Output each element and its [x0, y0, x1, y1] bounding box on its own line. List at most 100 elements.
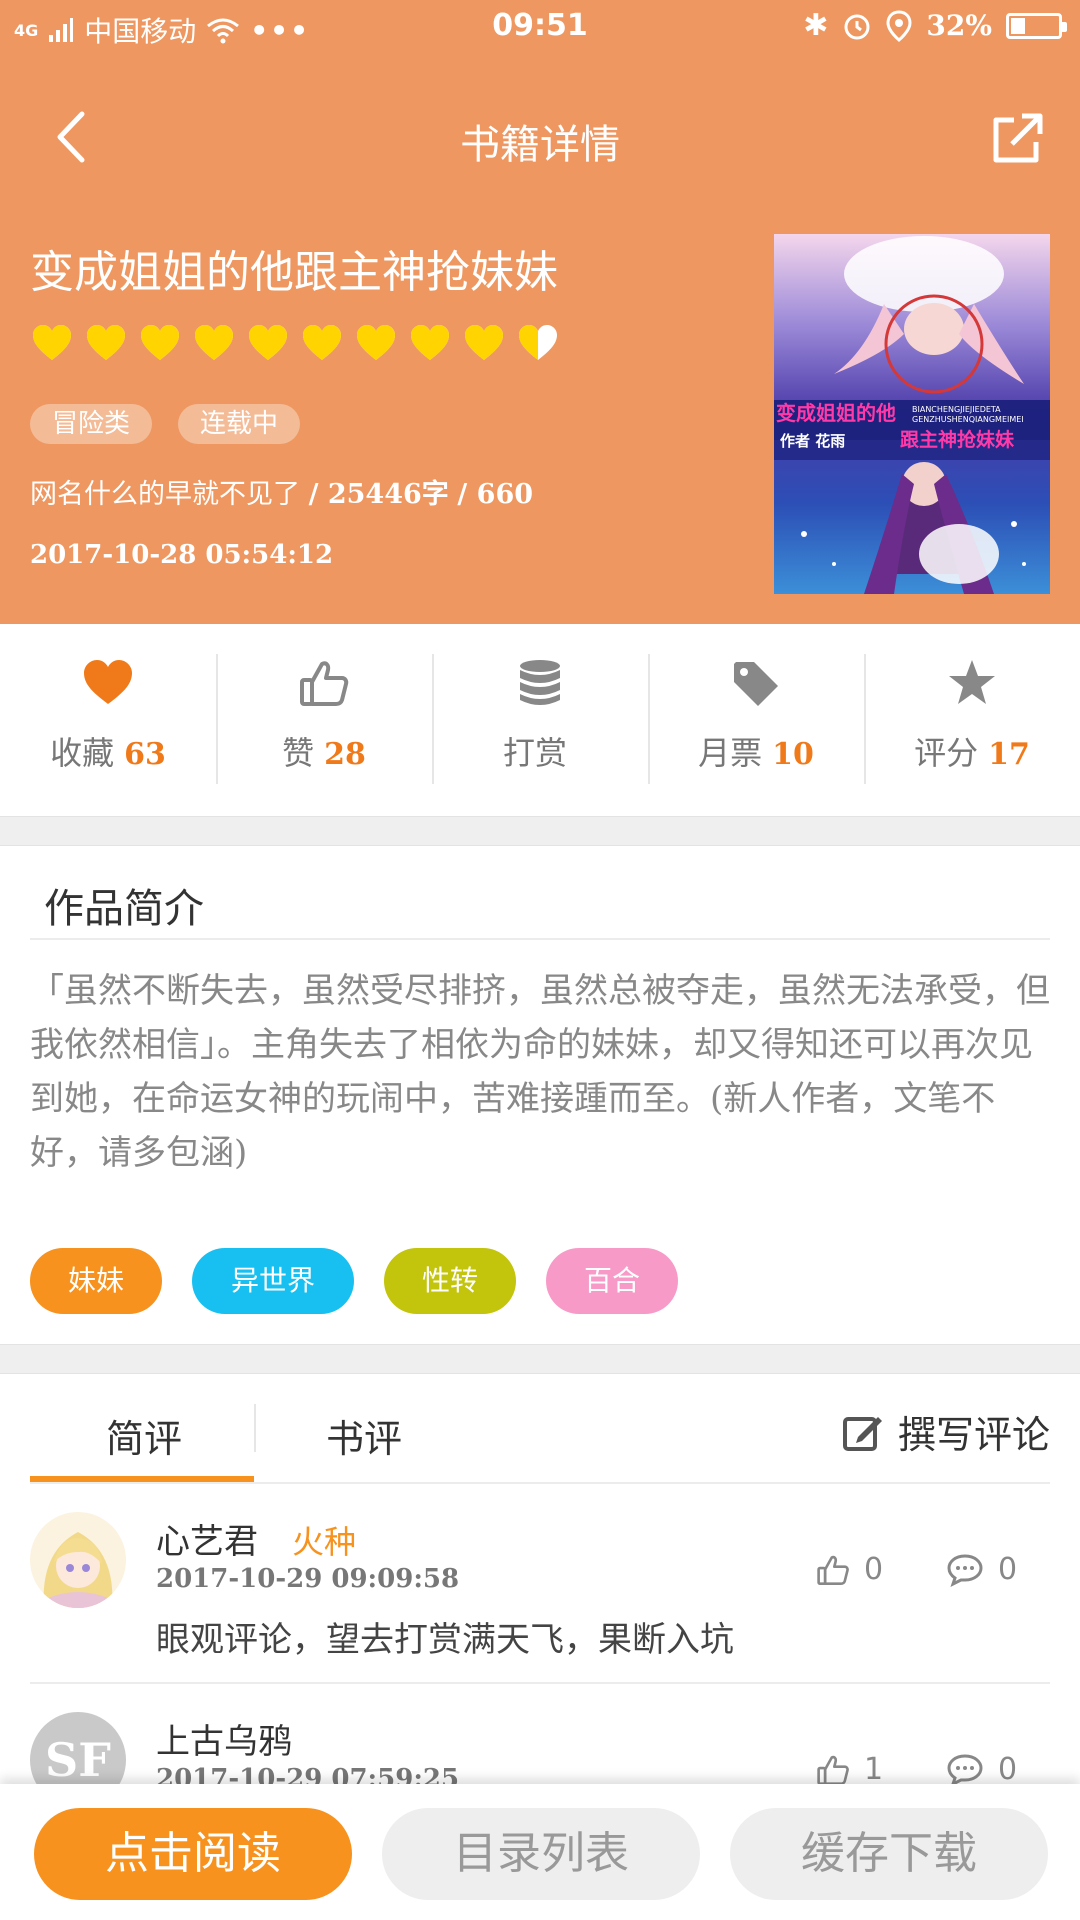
- review-tabs: 简评 书评 撰写评论: [0, 1374, 1080, 1484]
- stat-count: 63: [124, 737, 166, 772]
- rating-heart-icon: [411, 325, 449, 360]
- comment-user: 上古乌鸦: [156, 1714, 292, 1763]
- book-meta: 网名什么的早就不见了 / 25446字 / 660: [30, 479, 534, 510]
- stat-label: 打赏: [502, 734, 567, 772]
- rating-hearts: [32, 324, 558, 362]
- catalog-button[interactable]: 目录列表: [382, 1808, 700, 1900]
- chapter-count: 660: [476, 479, 534, 510]
- status-bar: 4G 中国移动 ••• 09:51 ✱ 32%: [0, 0, 1080, 54]
- tab-book-review[interactable]: 书评: [326, 1408, 402, 1463]
- write-review-button[interactable]: 撰写评论: [842, 1404, 1050, 1459]
- tag-icon: [734, 662, 778, 706]
- location-icon: [886, 9, 912, 42]
- cover-author: 作者 花雨: [780, 432, 845, 450]
- write-review-label: 撰写评论: [897, 1413, 1050, 1457]
- rating-heart-icon: [519, 325, 557, 360]
- rating-heart-icon: [465, 325, 503, 360]
- cover-pinyin1: BIANCHENGJIEJIEDETA: [912, 405, 1001, 414]
- genre-tag[interactable]: 妹妹: [30, 1248, 162, 1314]
- rating-heart-icon: [141, 325, 179, 360]
- genre-tag[interactable]: 百合: [546, 1248, 678, 1314]
- battery-icon: [1006, 12, 1067, 39]
- cover-pinyin2: GENZHUSHENQIANGMEIMEI: [912, 415, 1024, 424]
- stat-score[interactable]: 评分 17: [864, 624, 1080, 816]
- stat-label: 评分: [914, 734, 979, 772]
- rating-heart-icon: [33, 325, 71, 360]
- comment-like-button[interactable]: 0: [816, 1552, 883, 1587]
- coins-icon: [520, 660, 560, 705]
- stat-label: 收藏: [50, 734, 115, 772]
- comment-user: 心艺君 火种: [156, 1514, 356, 1563]
- bottom-action-bar: 点击阅读 目录列表 缓存下载: [0, 1784, 1080, 1920]
- user-name[interactable]: 上古乌鸦: [156, 1722, 292, 1762]
- book-header: 4G 中国移动 ••• 09:51 ✱ 32% 书籍详情 变成姐姐的他跟主神抢妹…: [0, 0, 1080, 624]
- stats-bar: 收藏 63 赞 28 打赏 月票 10 评分 17: [0, 624, 1080, 816]
- avatar[interactable]: [30, 1512, 126, 1608]
- stat-count: 28: [324, 737, 366, 772]
- comment-like-button[interactable]: 1: [816, 1752, 883, 1787]
- svg-text:SF: SF: [45, 1733, 111, 1787]
- thumbs-up-icon: [817, 1555, 849, 1585]
- cover-title-line1: 变成姐姐的他: [776, 401, 896, 425]
- book-tags: 冒险类 连载中: [30, 404, 301, 444]
- download-button[interactable]: 缓存下载: [730, 1808, 1048, 1900]
- stat-label: 月票: [698, 734, 763, 772]
- share-button[interactable]: [984, 106, 1050, 172]
- heart-icon: [84, 660, 132, 704]
- share-icon: [993, 113, 1043, 163]
- stat-favorite[interactable]: 收藏 63: [0, 624, 216, 816]
- read-button[interactable]: 点击阅读: [34, 1808, 352, 1900]
- rating-heart-icon: [195, 325, 233, 360]
- tab-separator: [254, 1404, 256, 1452]
- comment-icon: [947, 1553, 983, 1587]
- comment-reply-button[interactable]: 0: [946, 1752, 1017, 1787]
- stat-label: 赞: [282, 734, 315, 772]
- rating-heart-icon: [87, 325, 125, 360]
- genre-tags: 妹妹 异世界 性转 百合: [30, 1248, 678, 1314]
- tag-status[interactable]: 连载中: [178, 404, 301, 444]
- stat-count: 17: [988, 737, 1030, 772]
- star-icon: [949, 660, 995, 704]
- update-time: 2017-10-28 05:54:12: [30, 540, 334, 570]
- stat-tip[interactable]: 打赏: [432, 624, 648, 816]
- like-count: 1: [864, 1752, 884, 1787]
- genre-tag[interactable]: 异世界: [192, 1248, 354, 1314]
- genre-tag[interactable]: 性转: [384, 1248, 516, 1314]
- reply-count: 0: [998, 1552, 1018, 1587]
- tab-short-review[interactable]: 简评: [106, 1408, 182, 1463]
- user-name[interactable]: 心艺君: [156, 1522, 258, 1562]
- status-right: ✱ 32%: [803, 8, 1067, 43]
- book-cover[interactable]: 变成姐姐的他 BIANCHENGJIEJIEDETA GENZHUSHENQIA…: [774, 234, 1050, 594]
- battery-percent: 32%: [926, 9, 992, 42]
- rating-heart-icon: [357, 325, 395, 360]
- stat-monthly-ticket[interactable]: 月票 10: [648, 624, 864, 816]
- stat-like[interactable]: 赞 28: [216, 624, 432, 816]
- reply-count: 0: [998, 1752, 1018, 1787]
- edit-icon: [842, 1416, 882, 1451]
- avatar-image: [30, 1512, 126, 1608]
- page-title: 书籍详情: [460, 122, 620, 168]
- synopsis-text: 「虽然不断失去，虽然受尽排挤，虽然总被夺走，虽然无法承受，但我依然相信」。主角失…: [30, 971, 1050, 1173]
- rating-heart-icon: [249, 325, 287, 360]
- cover-title-line2: 跟主神抢妹妹: [900, 428, 1015, 451]
- tag-category[interactable]: 冒险类: [30, 404, 153, 444]
- comment-reply-button[interactable]: 0: [946, 1552, 1017, 1587]
- like-count: 0: [864, 1552, 884, 1587]
- book-title: 变成姐姐的他跟主神抢妹妹: [30, 247, 558, 298]
- divider: [30, 938, 1050, 940]
- word-count: 25446字: [327, 479, 449, 510]
- stat-count: 10: [772, 737, 814, 772]
- section-gap: [0, 816, 1080, 846]
- author-name[interactable]: 网名什么的早就不见了: [30, 479, 300, 510]
- bluetooth-icon: ✱: [803, 8, 829, 43]
- nav-bar: 书籍详情: [0, 84, 1080, 194]
- section-gap: [0, 1344, 1080, 1374]
- thumbs-up-icon: [817, 1755, 849, 1785]
- comment-icon: [947, 1753, 983, 1787]
- thumbs-up-icon: [300, 661, 349, 706]
- cover-illustration: 变成姐姐的他 BIANCHENGJIEJIEDETA GENZHUSHENQIA…: [774, 234, 1050, 594]
- alarm-icon: [844, 14, 870, 39]
- synopsis-heading: 作品简介: [44, 886, 204, 932]
- comment-item: 心艺君 火种 2017-10-29 09:09:58 眼观评论，望去打赏满天飞，果…: [0, 1484, 1080, 1684]
- user-badge: 火种: [292, 1523, 357, 1561]
